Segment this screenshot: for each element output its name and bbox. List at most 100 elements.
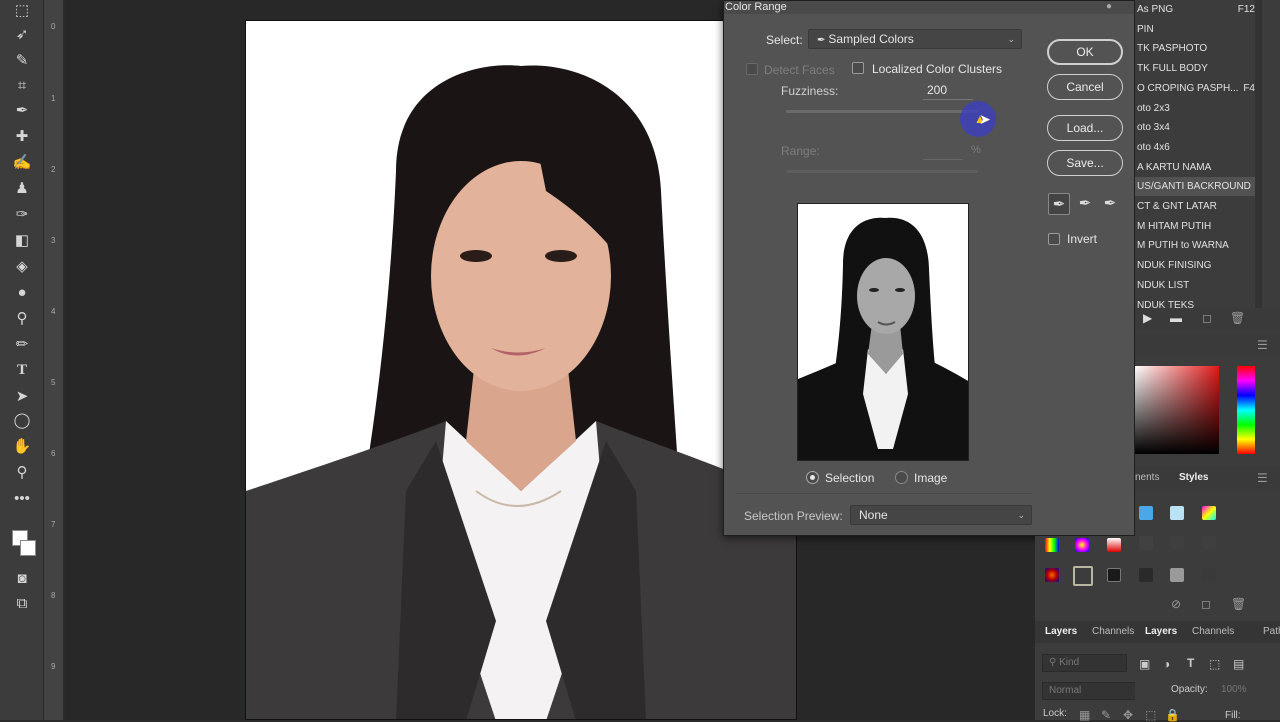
tab-layers-label[interactable]: Layers xyxy=(1045,621,1077,643)
style-swatch[interactable] xyxy=(1170,506,1184,520)
style-swatch[interactable] xyxy=(1170,536,1184,550)
type-tool-icon[interactable]: T xyxy=(12,360,32,380)
style-swatch[interactable] xyxy=(1202,506,1216,520)
action-item[interactable]: M PUTIH to WARNA xyxy=(1135,236,1255,255)
panel-menu-icon[interactable]: ☰ xyxy=(1257,471,1268,485)
more-tools-icon[interactable]: ••• xyxy=(12,488,32,508)
pen-tool-icon[interactable]: ✏ xyxy=(12,334,32,354)
eraser-tool-icon[interactable]: ◧ xyxy=(12,230,32,250)
action-item[interactable]: NDUK FINISING xyxy=(1135,256,1255,275)
zoom-tool-icon[interactable]: ⚲ xyxy=(12,462,32,482)
type-filter-icon[interactable]: T xyxy=(1187,656,1194,670)
hue-slider[interactable] xyxy=(1237,366,1255,454)
opacity-value[interactable]: 100% xyxy=(1221,684,1247,695)
invert-checkbox[interactable] xyxy=(1048,233,1060,245)
style-swatch[interactable] xyxy=(1045,538,1059,552)
paint-bucket-tool-icon[interactable]: ◈ xyxy=(12,256,32,276)
quick-select-tool-icon[interactable]: ✎ xyxy=(12,50,32,70)
style-swatch[interactable] xyxy=(1202,536,1216,550)
new-action-icon[interactable]: ◻ xyxy=(1202,311,1212,325)
action-item[interactable]: oto 4x6 xyxy=(1135,138,1255,157)
quick-mask-icon[interactable]: ◙ xyxy=(12,568,32,588)
document-photo[interactable] xyxy=(245,20,797,720)
tab-paths[interactable]: Paths xyxy=(1263,621,1280,643)
new-style-icon[interactable]: ◻ xyxy=(1201,597,1211,611)
image-radio[interactable] xyxy=(895,471,908,484)
selection-radio[interactable] xyxy=(806,471,819,484)
detect-faces-checkbox[interactable] xyxy=(746,63,758,75)
cancel-button[interactable]: Cancel xyxy=(1047,74,1123,100)
action-item[interactable]: TK FULL BODY xyxy=(1135,59,1255,78)
path-select-tool-icon[interactable]: ➤ xyxy=(12,386,32,406)
ok-button[interactable]: OK xyxy=(1047,39,1123,65)
shape-filter-icon[interactable]: ⬚ xyxy=(1209,657,1220,671)
history-brush-tool-icon[interactable]: ✑ xyxy=(12,204,32,224)
style-swatch[interactable] xyxy=(1139,568,1153,582)
eyedropper-icon[interactable]: ✒ xyxy=(1048,193,1070,215)
action-item[interactable]: oto 3x4 xyxy=(1135,118,1255,137)
play-icon[interactable]: ▶ xyxy=(1143,311,1152,325)
action-item[interactable]: As PNG F12 xyxy=(1135,0,1255,19)
brush-tool-icon[interactable]: ✍ xyxy=(12,152,32,172)
action-item[interactable]: M HITAM PUTIH xyxy=(1135,217,1255,236)
style-swatch[interactable] xyxy=(1107,568,1121,582)
tab-adjustments[interactable]: nents xyxy=(1135,467,1159,489)
blur-tool-icon[interactable]: ● xyxy=(12,282,32,302)
panel-menu-icon[interactable]: ☰ xyxy=(1257,338,1268,352)
healing-brush-tool-icon[interactable]: ✚ xyxy=(12,126,32,146)
style-swatch[interactable] xyxy=(1170,568,1184,582)
action-item[interactable]: TK PASPHOTO xyxy=(1135,39,1255,58)
fuzziness-value[interactable]: 200 xyxy=(927,83,947,97)
lasso-tool-icon[interactable]: ➶ xyxy=(12,24,32,44)
fuzziness-slider-thumb[interactable]: ▲ ➤ xyxy=(960,101,996,137)
color-picker-field[interactable] xyxy=(1135,366,1219,454)
marquee-tool-icon[interactable]: ⬚ xyxy=(12,0,32,20)
action-item[interactable]: PIN xyxy=(1135,20,1255,39)
load-button[interactable]: Load... xyxy=(1047,115,1123,141)
tab-channels-label[interactable]: Channels xyxy=(1092,621,1134,643)
action-item[interactable]: CT & GNT LATAR xyxy=(1135,197,1255,216)
tab-layers[interactable]: Layers xyxy=(1145,621,1177,643)
action-item[interactable]: NDUK LIST xyxy=(1135,276,1255,295)
fuzziness-slider[interactable] xyxy=(786,110,978,113)
save-button[interactable]: Save... xyxy=(1047,150,1123,176)
action-item[interactable]: O CROPING PASPH... F4 xyxy=(1135,79,1255,98)
clone-stamp-tool-icon[interactable]: ♟ xyxy=(12,178,32,198)
trash-icon[interactable]: 🗑 xyxy=(1231,597,1246,611)
actions-scrollbar[interactable] xyxy=(1255,0,1262,310)
background-color-swatch[interactable] xyxy=(20,540,36,556)
range-slider[interactable] xyxy=(786,170,978,173)
style-swatch[interactable] xyxy=(1045,568,1059,582)
screen-mode-icon[interactable]: ⧉ xyxy=(12,593,32,613)
add-to-sample-eyedropper-icon[interactable]: ✒ xyxy=(1074,193,1096,215)
style-swatch[interactable] xyxy=(1075,538,1089,552)
smart-object-filter-icon[interactable]: ▤ xyxy=(1233,657,1244,671)
dodge-tool-icon[interactable]: ⚲ xyxy=(12,308,32,328)
style-swatch[interactable] xyxy=(1073,566,1093,586)
tab-styles[interactable]: Styles xyxy=(1179,467,1208,489)
no-style-icon[interactable]: ⊘ xyxy=(1171,597,1181,611)
style-swatch[interactable] xyxy=(1202,568,1216,582)
folder-icon[interactable]: ▬ xyxy=(1170,311,1182,325)
adjustment-filter-icon[interactable]: ◑ xyxy=(1163,657,1170,671)
action-item[interactable]: US/GANTI BACKROUND xyxy=(1135,177,1255,197)
close-icon[interactable]: ● xyxy=(1106,1,1112,12)
action-item[interactable]: A KARTU NAMA xyxy=(1135,158,1255,177)
select-dropdown[interactable]: ✒ Sampled Colors ⌄ xyxy=(808,29,1022,49)
localized-clusters-checkbox[interactable] xyxy=(852,62,864,74)
eyedropper-tool-icon[interactable]: ✒ xyxy=(12,100,32,120)
tab-channels[interactable]: Channels xyxy=(1192,621,1234,643)
ellipse-tool-icon[interactable]: ◯ xyxy=(12,410,32,430)
crop-tool-icon[interactable]: ⌗ xyxy=(12,75,32,95)
selection-preview-dropdown[interactable]: None ⌄ xyxy=(850,505,1032,525)
layer-kind-filter[interactable]: ⚲ Kind xyxy=(1042,654,1127,672)
style-swatch[interactable] xyxy=(1107,538,1121,552)
range-input[interactable] xyxy=(923,159,963,160)
hand-tool-icon[interactable]: ✋ xyxy=(12,436,32,456)
subtract-from-sample-eyedropper-icon[interactable]: ✒ xyxy=(1099,193,1121,215)
dialog-title[interactable]: Color Range xyxy=(724,1,1134,14)
pixel-filter-icon[interactable]: ▣ xyxy=(1139,657,1150,671)
action-item[interactable]: oto 2x3 xyxy=(1135,99,1255,118)
style-swatch[interactable] xyxy=(1139,536,1153,550)
style-swatch[interactable] xyxy=(1139,506,1153,520)
